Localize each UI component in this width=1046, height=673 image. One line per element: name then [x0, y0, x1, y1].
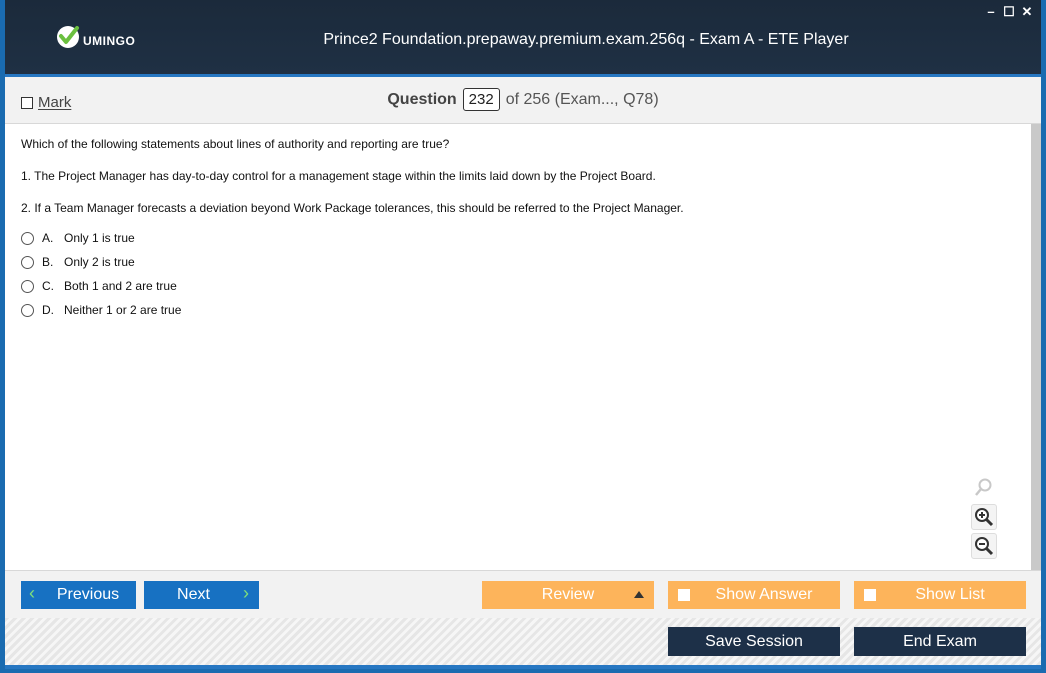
search-icon[interactable]	[971, 474, 997, 500]
option-c[interactable]: C. Both 1 and 2 are true	[21, 279, 177, 293]
zoom-out-icon[interactable]	[971, 533, 997, 559]
next-button[interactable]: Next ›	[144, 581, 259, 609]
option-letter: C.	[42, 279, 54, 293]
show-answer-checkbox[interactable]	[678, 589, 690, 601]
review-button[interactable]: Review	[482, 581, 654, 609]
show-list-button[interactable]: Show List	[854, 581, 1026, 609]
statement-2: 2. If a Team Manager forecasts a deviati…	[21, 201, 684, 215]
show-answer-label: Show Answer	[715, 586, 813, 603]
review-label: Review	[541, 586, 595, 603]
question-number-input[interactable]: 232	[462, 88, 500, 111]
chevron-left-icon: ‹	[29, 583, 35, 603]
option-letter: A.	[42, 231, 54, 245]
statement-1: 1. The Project Manager has day-to-day co…	[21, 169, 656, 183]
caret-up-icon[interactable]	[634, 591, 644, 598]
app-window: UMINGO Prince2 Foundation.prepaway.premi…	[0, 0, 1046, 673]
close-icon[interactable]: ✕	[1021, 4, 1033, 20]
option-text: Both 1 and 2 are true	[64, 279, 177, 293]
question-content: Which of the following statements about …	[5, 124, 1041, 570]
bottom-accent-line	[5, 665, 1041, 669]
save-session-button[interactable]: Save Session	[668, 627, 840, 656]
title-bar: UMINGO Prince2 Foundation.prepaway.premi…	[5, 0, 1041, 74]
radio-button[interactable]	[21, 231, 34, 245]
vertical-scrollbar[interactable]	[1031, 124, 1041, 570]
question-header: Mark Question 232 of 256 (Exam..., Q78)	[5, 77, 1041, 124]
window-controls: – ☐ ✕	[985, 4, 1033, 20]
save-session-label: Save Session	[705, 632, 803, 650]
end-exam-label: End Exam	[903, 632, 977, 650]
bottom-bar: Save Session End Exam	[5, 618, 1041, 665]
maximize-icon[interactable]: ☐	[1003, 4, 1015, 20]
show-answer-button[interactable]: Show Answer	[668, 581, 840, 609]
radio-button[interactable]	[21, 279, 34, 293]
option-d[interactable]: D. Neither 1 or 2 are true	[21, 303, 181, 317]
end-exam-button[interactable]: End Exam	[854, 627, 1026, 656]
option-letter: D.	[42, 303, 54, 317]
chevron-right-icon: ›	[243, 583, 249, 603]
option-letter: B.	[42, 255, 54, 269]
question-count: of 256 (Exam..., Q78)	[505, 91, 659, 108]
option-text: Neither 1 or 2 are true	[64, 303, 182, 317]
minimize-icon[interactable]: –	[985, 4, 997, 20]
show-list-checkbox[interactable]	[864, 589, 876, 601]
previous-label: Previous	[56, 586, 120, 603]
next-label: Next	[177, 586, 210, 603]
previous-button[interactable]: ‹ Previous	[21, 581, 136, 609]
radio-button[interactable]	[21, 255, 34, 269]
question-stem: Which of the following statements about …	[21, 137, 450, 151]
window-title: Prince2 Foundation.prepaway.premium.exam…	[323, 31, 849, 48]
question-navigator: Question 232 of 256 (Exam..., Q78)	[5, 88, 1041, 111]
option-text: Only 2 is true	[64, 255, 135, 269]
question-label: Question	[387, 91, 457, 108]
show-list-label: Show List	[915, 586, 985, 603]
zoom-in-icon[interactable]	[971, 504, 997, 530]
option-a[interactable]: A. Only 1 is true	[21, 231, 135, 245]
option-text: Only 1 is true	[64, 231, 135, 245]
radio-button[interactable]	[21, 303, 34, 317]
navigation-bar: ‹ Previous Next › Review Show Answer Sho…	[5, 570, 1041, 618]
option-b[interactable]: B. Only 2 is true	[21, 255, 135, 269]
